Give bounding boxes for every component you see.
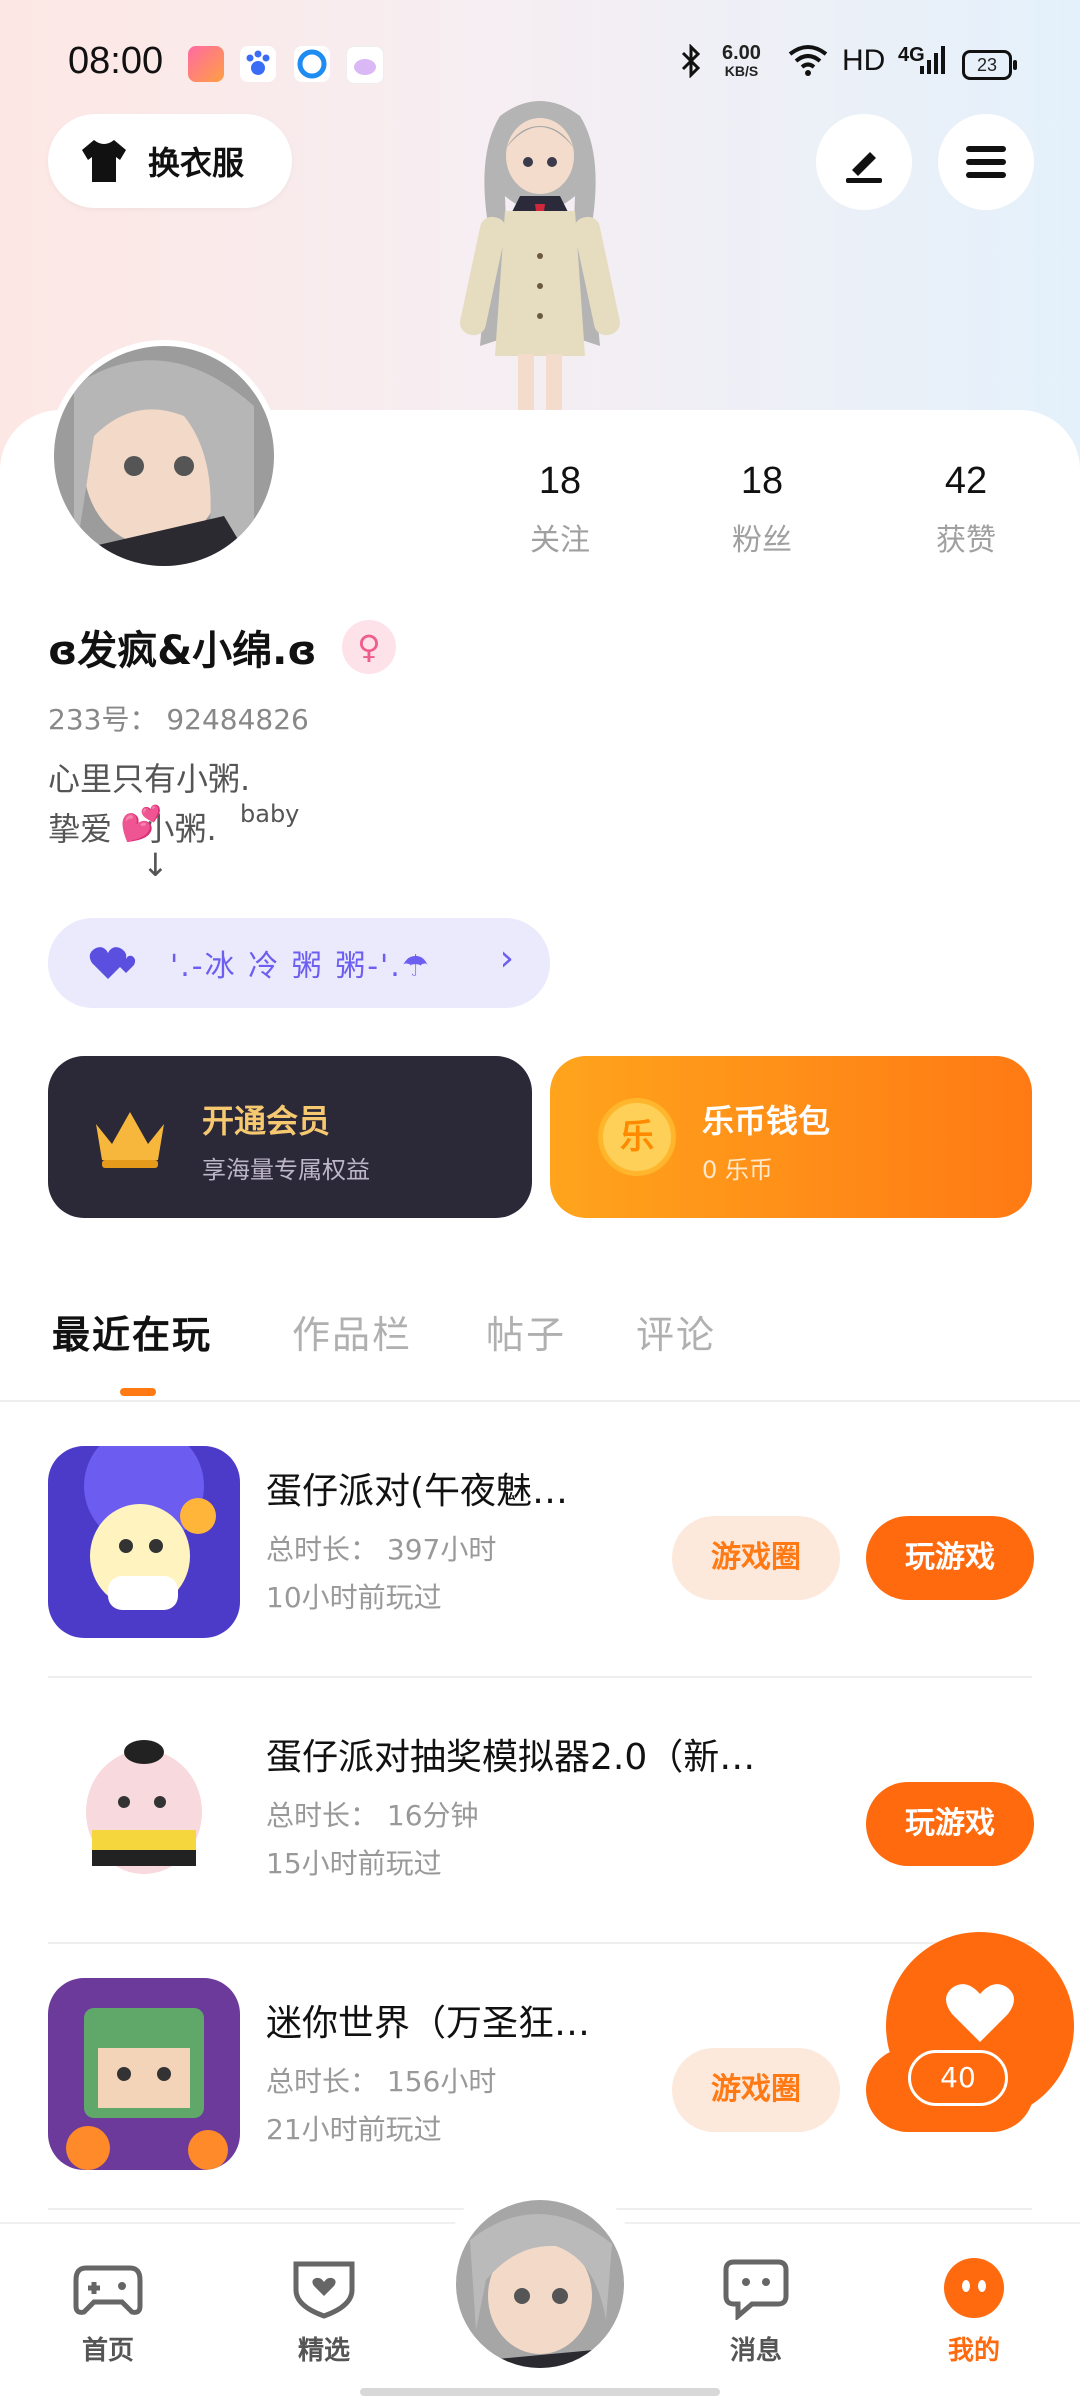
tab-recent-played[interactable]: 最近在玩 xyxy=(52,1304,212,1359)
wallet-title: 乐币钱包 xyxy=(702,1102,831,1140)
heart-emoji-icon: 💕 xyxy=(120,804,163,844)
game-title: 蛋仔派对(午夜魅… xyxy=(266,1471,569,1512)
pen-icon xyxy=(846,152,882,183)
game-last-played: 15小时前玩过 xyxy=(266,1847,442,1880)
nav-mine[interactable]: 我的 xyxy=(914,2256,1034,2367)
game-title: 迷你世界（万圣狂… xyxy=(266,2003,591,2044)
nav-home[interactable]: 首页 xyxy=(48,2256,168,2367)
list-item[interactable]: 蛋仔派对抽奖模拟器2.0（新… 总时长： 16分钟 15小时前玩过 玩游戏 xyxy=(48,1676,1034,1944)
nav-messages[interactable]: 消息 xyxy=(696,2256,816,2367)
down-arrow-icon: ↓ xyxy=(142,846,169,884)
home-indicator xyxy=(360,2388,720,2396)
network-speed: 6.00 KB/S xyxy=(722,42,761,79)
avatar-image xyxy=(54,346,274,566)
crown-icon xyxy=(96,1112,164,1168)
battery-indicator: 23 xyxy=(962,50,1017,80)
stat-followers[interactable]: 18 粉丝 xyxy=(702,460,822,559)
game-circle-button[interactable]: 游戏圈 xyxy=(672,1516,840,1600)
fan-group-pill[interactable]: '.-冰 冷 粥 粥-'.☂ › xyxy=(48,918,550,1008)
profile-avatar[interactable] xyxy=(48,340,280,572)
change-outfit-button[interactable]: 换衣服 xyxy=(48,114,292,208)
notification-app-icon xyxy=(188,46,224,82)
cloud-app-icon xyxy=(346,46,384,84)
chevron-right-icon: › xyxy=(499,938,514,979)
wallet-card[interactable]: 乐 乐币钱包 0 乐币 xyxy=(550,1056,1032,1218)
bluetooth-icon xyxy=(680,43,702,86)
stat-likes[interactable]: 42 获赞 xyxy=(906,460,1026,559)
game-circle-button[interactable]: 游戏圈 xyxy=(672,2048,840,2132)
vip-title: 开通会员 xyxy=(202,1102,331,1140)
tab-posts[interactable]: 帖子 xyxy=(486,1304,566,1359)
list-item[interactable]: 蛋仔派对(午夜魅… 总时长： 397小时 10小时前玩过 游戏圈 玩游戏 xyxy=(48,1410,1034,1678)
game-last-played: 10小时前玩过 xyxy=(266,1581,442,1614)
game-duration: 总时长： 156小时 xyxy=(266,2065,497,2098)
tab-indicator xyxy=(120,1388,156,1396)
game-duration: 总时长： 16分钟 xyxy=(266,1799,479,1832)
nickname: ɞ发疯&小绵.ɞ xyxy=(48,628,317,674)
nav-featured[interactable]: 精选 xyxy=(264,2256,384,2367)
hd-label: HD xyxy=(842,44,886,77)
avatar-character-figure[interactable] xyxy=(430,96,650,416)
game-icon-mini-world xyxy=(48,1978,240,2170)
avatar-image xyxy=(456,2200,624,2368)
vip-card[interactable]: 开通会员 享海量专属权益 xyxy=(48,1056,532,1218)
tab-comments[interactable]: 评论 xyxy=(636,1304,716,1359)
play-game-button[interactable]: 玩游戏 xyxy=(866,1782,1034,1866)
user-id: 233号： 92484826 xyxy=(48,703,309,736)
game-title: 蛋仔派对抽奖模拟器2.0（新… xyxy=(266,1737,756,1778)
face-icon xyxy=(944,2258,1004,2318)
double-heart-icon xyxy=(89,947,136,979)
coin-icon: 乐 xyxy=(598,1098,676,1176)
like-count: 40 xyxy=(908,2050,1008,2106)
tshirt-icon xyxy=(82,140,126,182)
menu-button[interactable] xyxy=(938,114,1034,210)
paw-icon xyxy=(240,46,276,82)
game-icon-lottery-simulator xyxy=(48,1712,240,1904)
tab-works[interactable]: 作品栏 xyxy=(292,1304,412,1359)
fan-group-name: '.-冰 冷 粥 粥-'.☂ xyxy=(170,949,431,984)
heart-shield-icon xyxy=(293,2261,355,2319)
play-game-button[interactable]: 玩游戏 xyxy=(866,1516,1034,1600)
edit-profile-button[interactable] xyxy=(816,114,912,210)
browser-icon xyxy=(294,46,330,82)
gamepad-icon xyxy=(73,2265,143,2315)
chat-bubble-icon xyxy=(723,2259,789,2322)
game-icon-egg-party xyxy=(48,1446,240,1638)
signal-bars-icon xyxy=(918,44,948,84)
change-outfit-label: 换衣服 xyxy=(148,144,245,182)
stat-following[interactable]: 18 关注 xyxy=(500,460,620,559)
profile-tabs: 最近在玩 作品栏 帖子 评论 xyxy=(0,1290,1080,1402)
wifi-icon xyxy=(788,44,828,84)
game-last-played: 21小时前玩过 xyxy=(266,2113,442,2146)
nav-avatar-button[interactable] xyxy=(456,2200,624,2368)
gender-female-icon: ♀ xyxy=(342,620,396,674)
game-duration: 总时长： 397小时 xyxy=(266,1533,497,1566)
hamburger-icon xyxy=(966,146,1006,178)
wallet-balance: 0 乐币 xyxy=(702,1156,773,1184)
status-time: 08:00 xyxy=(68,40,164,82)
vip-subtitle: 享海量专属权益 xyxy=(202,1156,370,1184)
bio-superscript: baby xyxy=(240,800,300,828)
